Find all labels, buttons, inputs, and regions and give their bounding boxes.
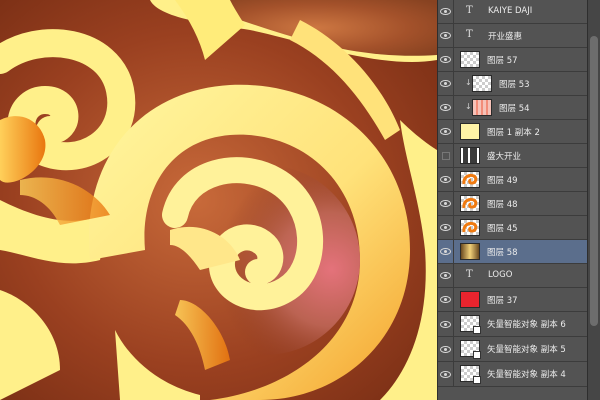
visibility-toggle[interactable]: [438, 24, 454, 47]
layer-name: KAIYE DAJI: [488, 6, 533, 16]
text-layer-icon: T: [466, 269, 473, 280]
layers-panel: T KAIYE DAJI T 开业盛惠图层 57 ↓ 图层 53 ↓ 图层 54 图层 1 副本…: [437, 0, 600, 400]
visibility-toggle[interactable]: [438, 362, 454, 386]
visibility-toggle[interactable]: [438, 264, 454, 287]
layer-thumbnail: [472, 75, 492, 92]
layer-row[interactable]: 图层 48: [438, 192, 588, 216]
layer-row[interactable]: ↓ 图层 54: [438, 96, 588, 120]
visibility-toggle[interactable]: [438, 144, 454, 167]
clipping-mask-icon: ↓: [465, 78, 472, 87]
document-canvas[interactable]: [0, 0, 437, 400]
layers-list: T KAIYE DAJI T 开业盛惠图层 57 ↓ 图层 53 ↓ 图层 54 图层 1 副本…: [438, 0, 588, 387]
layer-row[interactable]: T KAIYE DAJI: [438, 0, 588, 24]
layer-row[interactable]: 图层 45: [438, 216, 588, 240]
layer-thumbnail: [460, 195, 480, 212]
layer-name: 图层 37: [487, 296, 518, 306]
eye-hidden-icon: [441, 151, 450, 160]
layer-row[interactable]: 图层 1 副本 2: [438, 120, 588, 144]
layer-thumbnail: [460, 291, 480, 308]
eye-icon: [440, 272, 451, 279]
smart-object-icon: [473, 326, 481, 334]
eye-icon: [440, 248, 451, 255]
layer-row[interactable]: 图层 57: [438, 48, 588, 72]
layer-thumbnail: [460, 219, 480, 236]
visibility-toggle[interactable]: [438, 312, 454, 336]
layer-name: 图层 45: [487, 224, 518, 234]
eye-icon: [440, 56, 451, 63]
layer-row[interactable]: 图层 37: [438, 288, 588, 312]
smart-object-icon: [473, 351, 481, 359]
visibility-toggle[interactable]: [438, 240, 454, 263]
layer-name: 图层 54: [499, 104, 530, 114]
visibility-toggle[interactable]: [438, 337, 454, 361]
layer-name: 图层 53: [499, 80, 530, 90]
visibility-toggle[interactable]: [438, 216, 454, 239]
layer-row[interactable]: 矢量智能对象 副本 6: [438, 312, 588, 337]
visibility-toggle[interactable]: [438, 288, 454, 311]
layer-row[interactable]: 图层 58: [438, 240, 588, 264]
text-layer-icon: T: [466, 5, 473, 16]
layer-name: 图层 58: [487, 248, 518, 258]
layer-name: 图层 57: [487, 56, 518, 66]
eye-icon: [440, 296, 451, 303]
layer-thumbnail: [460, 147, 480, 164]
layer-name: 矢量智能对象 副本 4: [487, 370, 566, 380]
eye-icon: [440, 345, 451, 353]
visibility-toggle[interactable]: [438, 48, 454, 71]
layer-row[interactable]: T 开业盛惠: [438, 24, 588, 48]
eye-icon: [440, 176, 451, 183]
scrollbar-thumb[interactable]: [590, 36, 598, 326]
eye-icon: [440, 8, 451, 15]
eye-icon: [440, 80, 451, 87]
layer-thumbnail: [472, 99, 492, 116]
layer-row[interactable]: T LOGO: [438, 264, 588, 288]
layer-name: 图层 1 副本 2: [487, 128, 540, 138]
visibility-toggle[interactable]: [438, 72, 454, 95]
visibility-toggle[interactable]: [438, 96, 454, 119]
text-layer-icon: T: [466, 29, 473, 40]
eye-icon: [440, 320, 451, 328]
eye-icon: [440, 32, 451, 39]
layers-scrollbar[interactable]: [587, 0, 600, 400]
eye-icon: [440, 224, 451, 231]
layer-thumbnail: [460, 123, 480, 140]
smart-object-icon: [473, 376, 481, 384]
visibility-toggle[interactable]: [438, 0, 454, 23]
layer-name: 矢量智能对象 副本 5: [487, 345, 566, 355]
eye-icon: [440, 370, 451, 378]
visibility-toggle[interactable]: [438, 168, 454, 191]
layer-row[interactable]: 盛大开业: [438, 144, 588, 168]
layer-row[interactable]: 矢量智能对象 副本 5: [438, 337, 588, 362]
layer-name: 盛大开业: [487, 152, 522, 162]
visibility-toggle[interactable]: [438, 120, 454, 143]
layer-row[interactable]: 矢量智能对象 副本 4: [438, 362, 588, 387]
layer-name: LOGO: [488, 270, 513, 280]
layer-name: 图层 49: [487, 176, 518, 186]
eye-icon: [440, 128, 451, 135]
eye-icon: [440, 200, 451, 207]
layer-thumbnail: [460, 171, 480, 188]
layer-thumbnail: [460, 51, 480, 68]
layer-name: 矢量智能对象 副本 6: [487, 320, 566, 330]
visibility-toggle[interactable]: [438, 192, 454, 215]
canvas-artwork: [0, 0, 437, 400]
layer-name: 开业盛惠: [488, 32, 523, 42]
layer-name: 图层 48: [487, 200, 518, 210]
eye-icon: [440, 104, 451, 111]
clipping-mask-icon: ↓: [465, 102, 472, 111]
layer-row[interactable]: ↓ 图层 53: [438, 72, 588, 96]
layer-thumbnail: [460, 243, 480, 260]
layer-row[interactable]: 图层 49: [438, 168, 588, 192]
